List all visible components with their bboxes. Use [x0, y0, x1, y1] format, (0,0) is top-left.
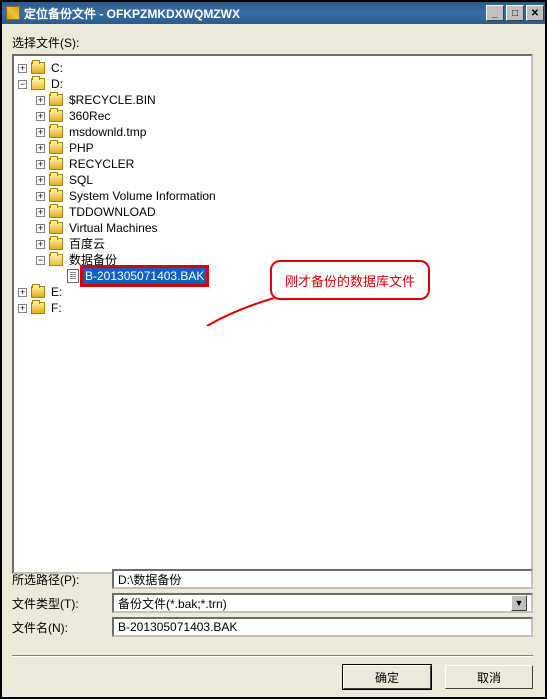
folder-php[interactable]: + PHP: [36, 140, 529, 156]
folder-icon: [31, 62, 45, 74]
folder-icon: [31, 286, 45, 298]
drive-label: F:: [49, 300, 64, 316]
ok-button[interactable]: 确定: [343, 665, 431, 689]
folder-label: TDDOWNLOAD: [67, 204, 158, 220]
drive-label: E:: [49, 284, 64, 300]
folder-icon: [49, 238, 63, 250]
folder-icon: [49, 158, 63, 170]
folder-icon: [31, 302, 45, 314]
folder-sql[interactable]: + SQL: [36, 172, 529, 188]
collapse-icon[interactable]: −: [18, 80, 27, 89]
drive-f[interactable]: + F:: [18, 300, 529, 316]
filetype-label: 文件类型(T):: [12, 595, 112, 612]
folder-icon: [49, 222, 63, 234]
drive-c[interactable]: + C:: [18, 60, 529, 76]
filename-label: 文件名(N):: [12, 619, 112, 636]
drive-d[interactable]: − D:: [18, 76, 529, 92]
drive-label: C:: [49, 60, 65, 76]
file-icon: [67, 269, 79, 283]
folder-baiduyun[interactable]: + 百度云: [36, 236, 529, 252]
expand-icon[interactable]: +: [36, 192, 45, 201]
folder-label: System Volume Information: [67, 188, 218, 204]
drive-label: D:: [49, 76, 65, 92]
spacer: [54, 272, 63, 281]
content-area: 选择文件(S): + C: − D:: [2, 24, 545, 697]
chevron-down-icon[interactable]: ▼: [511, 595, 527, 611]
form-area: 所选路径(P): D:\数据备份 文件类型(T): 备份文件(*.bak;*.t…: [12, 565, 533, 655]
folder-label: 360Rec: [67, 108, 112, 124]
app-icon: [6, 6, 20, 20]
folder-icon: [49, 110, 63, 122]
folder-icon: [49, 94, 63, 106]
cancel-button[interactable]: 取消: [445, 665, 533, 689]
folder-icon: [49, 126, 63, 138]
callout-text: 刚才备份的数据库文件: [285, 271, 415, 290]
expand-icon[interactable]: +: [36, 144, 45, 153]
expand-icon[interactable]: +: [36, 160, 45, 169]
window-title: 定位备份文件 - OFKPZMKDXWQMZWX: [24, 5, 240, 22]
expand-icon[interactable]: +: [18, 304, 27, 313]
folder-label: PHP: [67, 140, 96, 156]
file-tree[interactable]: + C: − D: +$RECYCLE.BIN +360Rec +msdownl: [12, 54, 533, 574]
filetype-combo[interactable]: 备份文件(*.bak;*.trn) ▼: [112, 593, 533, 613]
expand-icon[interactable]: +: [36, 240, 45, 249]
minimize-button[interactable]: _: [486, 5, 504, 21]
collapse-icon[interactable]: −: [36, 256, 45, 265]
close-button[interactable]: ✕: [526, 5, 544, 21]
folder-icon: [49, 142, 63, 154]
folder-icon: [49, 190, 63, 202]
expand-icon[interactable]: +: [18, 288, 27, 297]
path-field[interactable]: D:\数据备份: [112, 569, 533, 589]
filename-value: B-201305071403.BAK: [118, 620, 237, 634]
folder-label: $RECYCLE.BIN: [67, 92, 158, 108]
file-label: B-201305071403.BAK: [83, 268, 206, 284]
filetype-value: 备份文件(*.bak;*.trn): [118, 595, 227, 612]
expand-icon[interactable]: +: [36, 208, 45, 217]
expand-icon[interactable]: +: [36, 176, 45, 185]
path-label: 所选路径(P):: [12, 571, 112, 588]
expand-icon[interactable]: +: [36, 224, 45, 233]
select-file-label: 选择文件(S):: [12, 34, 79, 51]
maximize-button[interactable]: □: [506, 5, 524, 21]
titlebar: 定位备份文件 - OFKPZMKDXWQMZWX _ □ ✕: [2, 2, 545, 24]
folder-open-icon: [31, 78, 45, 90]
separator: [12, 655, 533, 657]
window-buttons: _ □ ✕: [485, 4, 545, 22]
folder-label: SQL: [67, 172, 95, 188]
folder-tddownload[interactable]: + TDDOWNLOAD: [36, 204, 529, 220]
folder-label: Virtual Machines: [67, 220, 160, 236]
folder-label: RECYCLER: [67, 156, 136, 172]
expand-icon[interactable]: +: [18, 64, 27, 73]
folder-open-icon: [49, 254, 63, 266]
cancel-label: 取消: [477, 669, 501, 686]
folder-label: msdownld.tmp: [67, 124, 148, 140]
folder-recycler[interactable]: + RECYCLER: [36, 156, 529, 172]
button-bar: 确定 取消: [343, 665, 533, 689]
folder-360rec[interactable]: +360Rec: [36, 108, 529, 124]
folder-recycle-bin[interactable]: + $RECYCLE.BIN: [36, 92, 529, 108]
filename-field[interactable]: B-201305071403.BAK: [112, 617, 533, 637]
folder-label: 百度云: [67, 236, 107, 252]
expand-icon[interactable]: +: [36, 112, 45, 121]
folder-msdownld[interactable]: + msdownld.tmp: [36, 124, 529, 140]
expand-icon[interactable]: +: [36, 96, 45, 105]
folder-label: 数据备份: [67, 252, 119, 268]
folder-sysvol[interactable]: + System Volume Information: [36, 188, 529, 204]
path-value: D:\数据备份: [118, 571, 181, 588]
annotation-callout: 刚才备份的数据库文件: [270, 260, 430, 300]
folder-icon: [49, 174, 63, 186]
folder-icon: [49, 206, 63, 218]
folder-virtual-machines[interactable]: + Virtual Machines: [36, 220, 529, 236]
expand-icon[interactable]: +: [36, 128, 45, 137]
ok-label: 确定: [375, 669, 399, 686]
